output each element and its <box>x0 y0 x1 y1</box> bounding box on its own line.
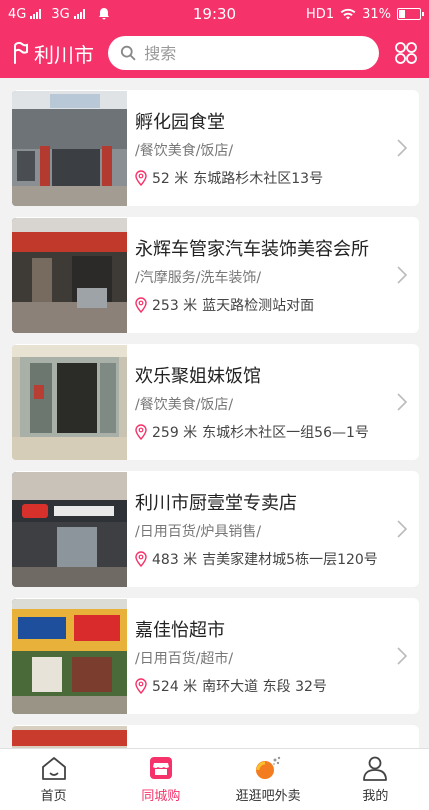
signal-area: 4G 3G <box>8 7 158 22</box>
shop-address: 东城路杉木社区13号 <box>193 171 324 187</box>
shop-category: /日用百货/超市/ <box>135 651 234 667</box>
network-label-2: 3G <box>51 6 70 22</box>
shop-photo <box>12 344 127 460</box>
notification-bell-icon <box>98 8 109 20</box>
battery-fill <box>399 10 405 18</box>
shop-photo <box>12 725 127 748</box>
shop-info: 欢乐聚姐妹饭馆 /餐饮美食/饭店/ 259 米 东城杉木社区一组56—1号 <box>127 362 419 442</box>
location-flag-icon <box>14 41 28 64</box>
location-pin-icon <box>135 297 147 313</box>
shop-list: 孵化园食堂 /餐饮美食/饭店/ 52 米 东城路杉木社区13号 永辉车管家汽车装… <box>0 78 429 748</box>
battery-icon <box>397 8 424 20</box>
tab-profile[interactable]: 我的 <box>322 749 429 810</box>
shop-category: /餐饮美食/饭店/ <box>135 143 234 159</box>
status-right: HD1 31% <box>306 6 424 22</box>
shop-info: 利川市厨壹堂专卖店 /日用百货/炉具销售/ 483 米 吉美家建材城5栋一层12… <box>127 489 419 569</box>
shop-name: 永辉车管家汽车装饰美容会所 <box>135 239 369 260</box>
wifi-icon <box>340 8 356 20</box>
shop-photo <box>12 598 127 714</box>
tab-label: 同城购 <box>141 789 181 804</box>
shop-photo <box>12 217 127 333</box>
tab-local-shopping[interactable]: 同城购 <box>107 749 214 810</box>
home-icon <box>41 757 66 780</box>
shop-info: 永辉车管家汽车装饰美容会所 /汽摩服务/洗车装饰/ 253 米 蓝天路检测站对面 <box>127 235 419 315</box>
tab-takeout[interactable]: 逛逛吧外卖 <box>215 749 322 810</box>
shop-category: /餐饮美食/饭店/ <box>135 397 234 413</box>
shop-name: 利川市厨壹堂专卖店 <box>135 493 297 514</box>
search-icon <box>120 45 136 61</box>
shop-address: 蓝天路检测站对面 <box>202 298 315 314</box>
chevron-right-icon <box>397 266 407 284</box>
shop-location: 52 米 东城路杉木社区13号 <box>135 168 419 188</box>
shop-location: 483 米 吉美家建材城5栋一层120号 <box>135 549 419 569</box>
network-label-1: 4G <box>8 6 27 22</box>
shop-distance: 259 米 <box>152 425 198 441</box>
shop-distance: 52 米 <box>152 171 189 187</box>
status-bar: 4G 3G 19:30 HD1 31% <box>0 0 429 28</box>
shop-distance: 483 米 <box>152 552 198 568</box>
shop-address: 吉美家建材城5栋一层120号 <box>202 552 378 568</box>
signal-icon <box>73 9 85 19</box>
battery-percent: 31% <box>362 6 391 22</box>
location-pin-icon <box>135 424 147 440</box>
shop-card[interactable]: 永辉车管家汽车装饰美容会所 /汽摩服务/洗车装饰/ 253 米 蓝天路检测站对面 <box>12 217 419 333</box>
shop-card[interactable]: 嘉佳怡超市 /日用百货/超市/ 524 米 南环大道 东段 32号 <box>12 598 419 714</box>
store-icon <box>149 757 172 779</box>
takeout-icon <box>256 756 281 779</box>
chevron-right-icon <box>397 520 407 538</box>
shop-card[interactable]: 利川市厨壹堂专卖店 /日用百货/炉具销售/ 483 米 吉美家建材城5栋一层12… <box>12 471 419 587</box>
tab-home[interactable]: 首页 <box>0 749 107 810</box>
chevron-right-icon <box>397 647 407 665</box>
shop-category: /日用百货/炉具销售/ <box>135 524 262 540</box>
tab-label: 我的 <box>362 789 389 804</box>
bottom-tab-bar: 首页 同城购 逛逛吧外卖 我的 <box>0 748 429 810</box>
search-box[interactable] <box>108 36 379 70</box>
top-header: 利川市 <box>0 28 429 78</box>
city-selector[interactable]: 利川市 <box>10 39 108 68</box>
location-pin-icon <box>135 170 147 186</box>
chevron-right-icon <box>397 139 407 157</box>
shop-location: 524 米 南环大道 东段 32号 <box>135 676 419 696</box>
shop-location: 253 米 蓝天路检测站对面 <box>135 295 419 315</box>
city-name: 利川市 <box>34 42 94 67</box>
shop-photo <box>12 90 127 206</box>
tab-label: 逛逛吧外卖 <box>235 789 301 804</box>
shop-photo <box>12 471 127 587</box>
location-pin-icon <box>135 678 147 694</box>
shop-card[interactable]: 欢乐聚姐妹饭馆 /餐饮美食/饭店/ 259 米 东城杉木社区一组56—1号 <box>12 344 419 460</box>
shop-address: 东城杉木社区一组56—1号 <box>202 425 369 441</box>
shop-card[interactable]: 孵化园食堂 /餐饮美食/饭店/ 52 米 东城路杉木社区13号 <box>12 90 419 206</box>
location-pin-icon <box>135 551 147 567</box>
signal-icon <box>30 9 42 19</box>
shop-address: 南环大道 东段 32号 <box>202 679 327 695</box>
grid-icon <box>395 42 417 64</box>
shop-name: 孵化园食堂 <box>135 112 225 133</box>
category-grid-button[interactable] <box>393 40 419 66</box>
shop-distance: 524 米 <box>152 679 198 695</box>
search-input[interactable] <box>144 43 367 63</box>
shop-name: 嘉佳怡超市 <box>135 620 225 641</box>
shop-info: 孵化园食堂 /餐饮美食/饭店/ 52 米 东城路杉木社区13号 <box>127 108 419 188</box>
shop-card-partial[interactable] <box>12 725 419 748</box>
shop-category: /汽摩服务/洗车装饰/ <box>135 270 262 286</box>
user-icon <box>363 756 388 781</box>
shop-location: 259 米 东城杉木社区一组56—1号 <box>135 422 419 442</box>
hd-label: HD1 <box>306 6 335 22</box>
shop-info: 嘉佳怡超市 /日用百货/超市/ 524 米 南环大道 东段 32号 <box>127 616 419 696</box>
tab-label: 首页 <box>40 789 67 804</box>
shop-distance: 253 米 <box>152 298 198 314</box>
shop-name: 欢乐聚姐妹饭馆 <box>135 366 261 387</box>
chevron-right-icon <box>397 393 407 411</box>
